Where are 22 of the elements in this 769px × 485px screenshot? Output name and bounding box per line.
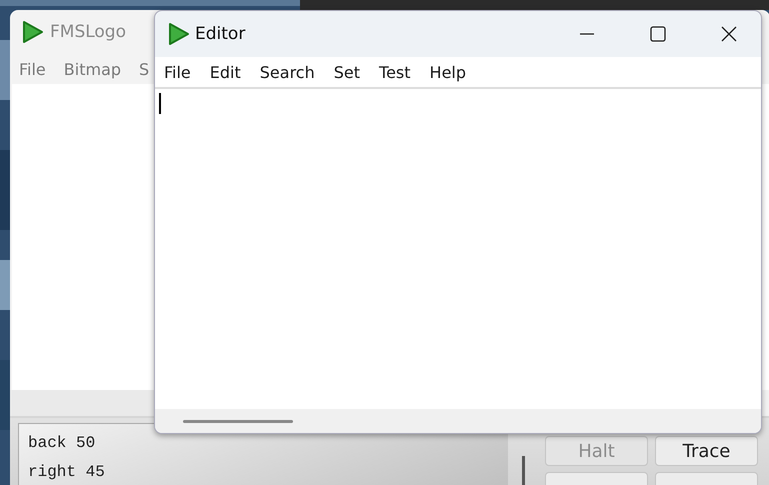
maximize-icon[interactable]	[650, 26, 666, 42]
command-button[interactable]: Trace	[655, 436, 758, 466]
menu-item[interactable]: S	[139, 60, 150, 78]
menu-item[interactable]: File	[164, 62, 191, 82]
menu-item[interactable]: Search	[260, 62, 315, 82]
menu-item[interactable]: Set	[334, 62, 360, 82]
history-line[interactable]: right 45	[28, 463, 508, 485]
close-icon[interactable]	[721, 26, 737, 42]
play-icon	[166, 22, 190, 46]
text-cursor	[159, 93, 160, 114]
scrollbar[interactable]	[155, 409, 761, 433]
scrollbar[interactable]	[10, 390, 154, 416]
window-title: FMSLogo	[50, 22, 126, 42]
menu-item[interactable]: Help	[430, 62, 466, 82]
play-icon	[20, 20, 44, 44]
scrollbar-thumb[interactable]	[183, 420, 293, 422]
menu-item[interactable]: Bitmap	[64, 60, 122, 78]
menu-item[interactable]: Edit	[210, 62, 241, 82]
window-title: Editor	[195, 24, 246, 44]
menu-item[interactable]: Test	[379, 62, 411, 82]
history-line[interactable]: back 50	[28, 434, 508, 463]
menu-item[interactable]: File	[19, 60, 46, 78]
